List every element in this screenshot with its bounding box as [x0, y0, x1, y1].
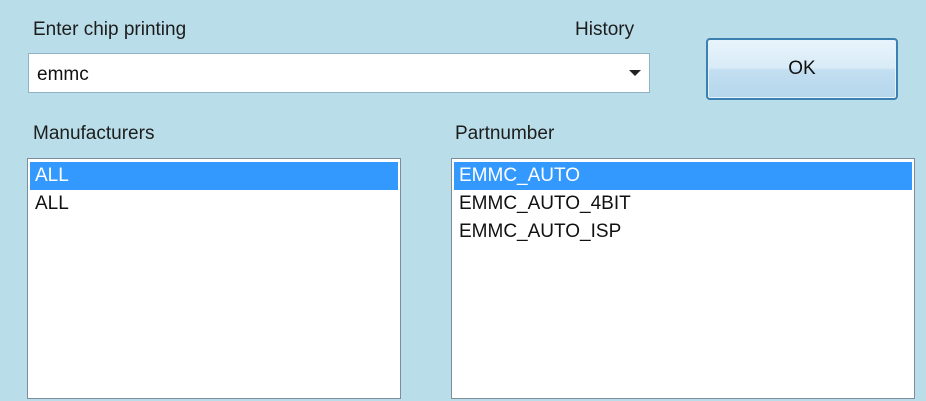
manufacturers-label: Manufacturers — [33, 123, 155, 144]
partnumber-item[interactable]: EMMC_AUTO_ISP — [454, 218, 912, 246]
partnumber-listbox[interactable]: EMMC_AUTO EMMC_AUTO_4BIT EMMC_AUTO_ISP — [451, 158, 915, 399]
partnumber-label: Partnumber — [455, 123, 555, 144]
ok-button[interactable]: OK — [706, 38, 898, 100]
partnumber-item[interactable]: EMMC_AUTO — [454, 162, 912, 190]
history-label: History — [575, 19, 635, 40]
chip-printing-label: Enter chip printing — [33, 19, 187, 40]
dropdown-arrow-icon[interactable] — [629, 70, 641, 76]
chip-printing-combobox[interactable]: emmc — [28, 53, 650, 93]
manufacturer-item[interactable]: ALL — [30, 162, 398, 190]
chip-printing-value: emmc — [37, 64, 89, 85]
chip-select-dialog: Enter chip printing History emmc OK Manu… — [0, 0, 926, 401]
manufacturers-listbox[interactable]: ALL ALL — [27, 158, 401, 399]
manufacturer-item[interactable]: ALL — [30, 190, 398, 218]
partnumber-item[interactable]: EMMC_AUTO_4BIT — [454, 190, 912, 218]
